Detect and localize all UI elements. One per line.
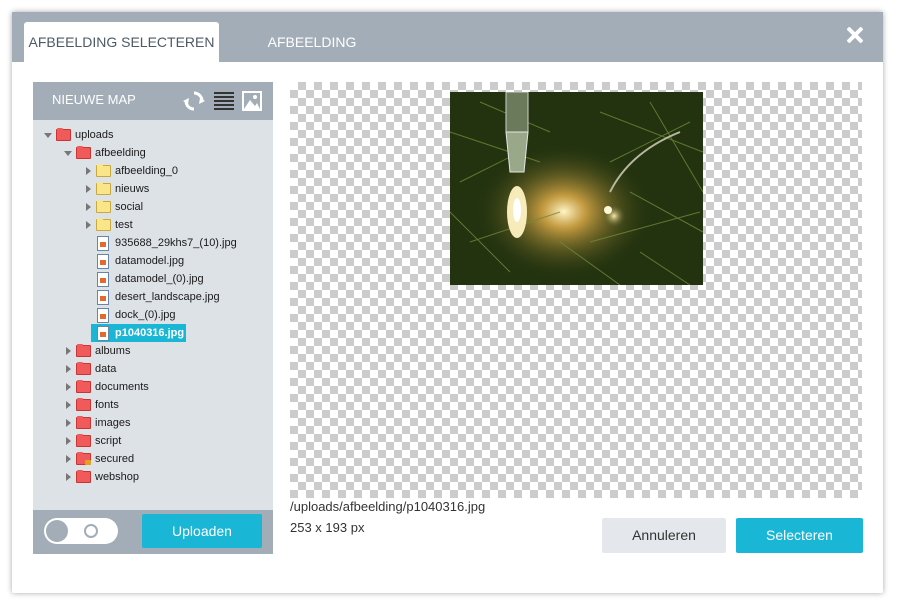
expand-arrow-icon[interactable] xyxy=(66,365,71,373)
file-browser-footer: Uploaden xyxy=(33,510,273,554)
folder-icon xyxy=(76,416,91,429)
tab-bar: AFBEELDING SELECTEREN AFBEELDING BEWERKE… xyxy=(12,12,883,90)
expand-arrow-icon[interactable] xyxy=(66,473,71,481)
image-dimensions: 253 x 193 px xyxy=(290,520,365,535)
tree-item-images[interactable]: images xyxy=(33,414,273,432)
tree-item-uploads[interactable]: uploads xyxy=(33,126,273,144)
tree-item-documents[interactable]: documents xyxy=(33,378,273,396)
expand-arrow-icon[interactable] xyxy=(86,221,91,229)
folder-icon xyxy=(96,218,111,231)
image-select-dialog: AFBEELDING SELECTEREN AFBEELDING BEWERKE… xyxy=(12,12,883,593)
folder-icon xyxy=(96,182,111,195)
expand-arrow-icon[interactable] xyxy=(86,203,91,211)
folder-icon xyxy=(56,128,71,141)
folder-icon xyxy=(96,164,111,177)
tree-item-file[interactable]: datamodel.jpg xyxy=(33,252,273,270)
expand-arrow-icon[interactable] xyxy=(86,185,91,193)
file-browser-header: NIEUWE MAP xyxy=(33,82,273,120)
cancel-button[interactable]: Annuleren xyxy=(602,518,726,553)
tree-item-secured[interactable]: secured xyxy=(33,450,273,468)
tree-item-file-selected[interactable]: p1040316.jpg xyxy=(33,324,273,342)
tab-select-image[interactable]: AFBEELDING SELECTEREN xyxy=(24,22,219,62)
refresh-icon[interactable] xyxy=(183,90,205,112)
tree-item-webshop[interactable]: webshop xyxy=(33,468,273,486)
folder-icon xyxy=(76,470,91,483)
tree-item-script[interactable]: script xyxy=(33,432,273,450)
expand-arrow-icon[interactable] xyxy=(66,401,71,409)
tree-item-fonts[interactable]: fonts xyxy=(33,396,273,414)
upload-button[interactable]: Uploaden xyxy=(142,514,262,548)
image-path: /uploads/afbeelding/p1040316.jpg xyxy=(290,499,486,514)
collapse-arrow-icon[interactable] xyxy=(64,151,72,156)
expand-arrow-icon[interactable] xyxy=(66,419,71,427)
expand-arrow-icon[interactable] xyxy=(86,167,91,175)
tree-item-data[interactable]: data xyxy=(33,360,273,378)
preview-image xyxy=(450,92,703,285)
image-file-icon xyxy=(97,326,109,341)
toggle-knob xyxy=(46,520,68,542)
tree-item-nieuws[interactable]: nieuws xyxy=(33,180,273,198)
folder-icon xyxy=(76,344,91,357)
image-file-icon xyxy=(97,290,109,305)
tree-item-file[interactable]: dock_(0).jpg xyxy=(33,306,273,324)
tree-item-file[interactable]: desert_landscape.jpg xyxy=(33,288,273,306)
expand-arrow-icon[interactable] xyxy=(66,455,71,463)
lock-icon xyxy=(85,460,91,465)
folder-icon xyxy=(76,434,91,447)
folder-tree: uploads afbeelding afbeelding_0 nieuws s xyxy=(33,126,273,510)
folder-icon xyxy=(76,146,91,159)
image-file-icon xyxy=(97,236,109,251)
tree-item-file[interactable]: datamodel_(0).jpg xyxy=(33,270,273,288)
new-folder-button[interactable]: NIEUWE MAP xyxy=(52,92,136,107)
expand-arrow-icon[interactable] xyxy=(66,347,71,355)
image-view-icon[interactable] xyxy=(241,90,263,112)
image-file-icon xyxy=(97,272,109,287)
folder-icon xyxy=(76,398,91,411)
tree-item-file[interactable]: 935688_29khs7_(10).jpg xyxy=(33,234,273,252)
image-file-icon xyxy=(97,254,109,269)
expand-arrow-icon[interactable] xyxy=(66,437,71,445)
tree-item-test[interactable]: test xyxy=(33,216,273,234)
tab-edit-image[interactable]: AFBEELDING BEWERKEN xyxy=(226,22,398,90)
image-file-icon xyxy=(97,308,109,323)
select-button[interactable]: Selecteren xyxy=(736,518,863,553)
tree-item-afbeelding-0[interactable]: afbeelding_0 xyxy=(33,162,273,180)
folder-icon xyxy=(96,200,111,213)
image-preview-area xyxy=(290,82,862,498)
folder-icon xyxy=(76,362,91,375)
list-view-icon[interactable] xyxy=(213,90,235,112)
view-toggle[interactable] xyxy=(44,518,118,544)
collapse-arrow-icon[interactable] xyxy=(44,133,52,138)
file-browser-panel: NIEUWE MAP uploads afbeelding afbeelding… xyxy=(33,82,273,554)
expand-arrow-icon[interactable] xyxy=(66,383,71,391)
tree-item-albums[interactable]: albums xyxy=(33,342,273,360)
toggle-off-indicator-icon xyxy=(84,524,98,538)
folder-icon xyxy=(76,380,91,393)
tree-item-afbeelding[interactable]: afbeelding xyxy=(33,144,273,162)
close-icon[interactable] xyxy=(843,24,867,48)
tree-item-social[interactable]: social xyxy=(33,198,273,216)
